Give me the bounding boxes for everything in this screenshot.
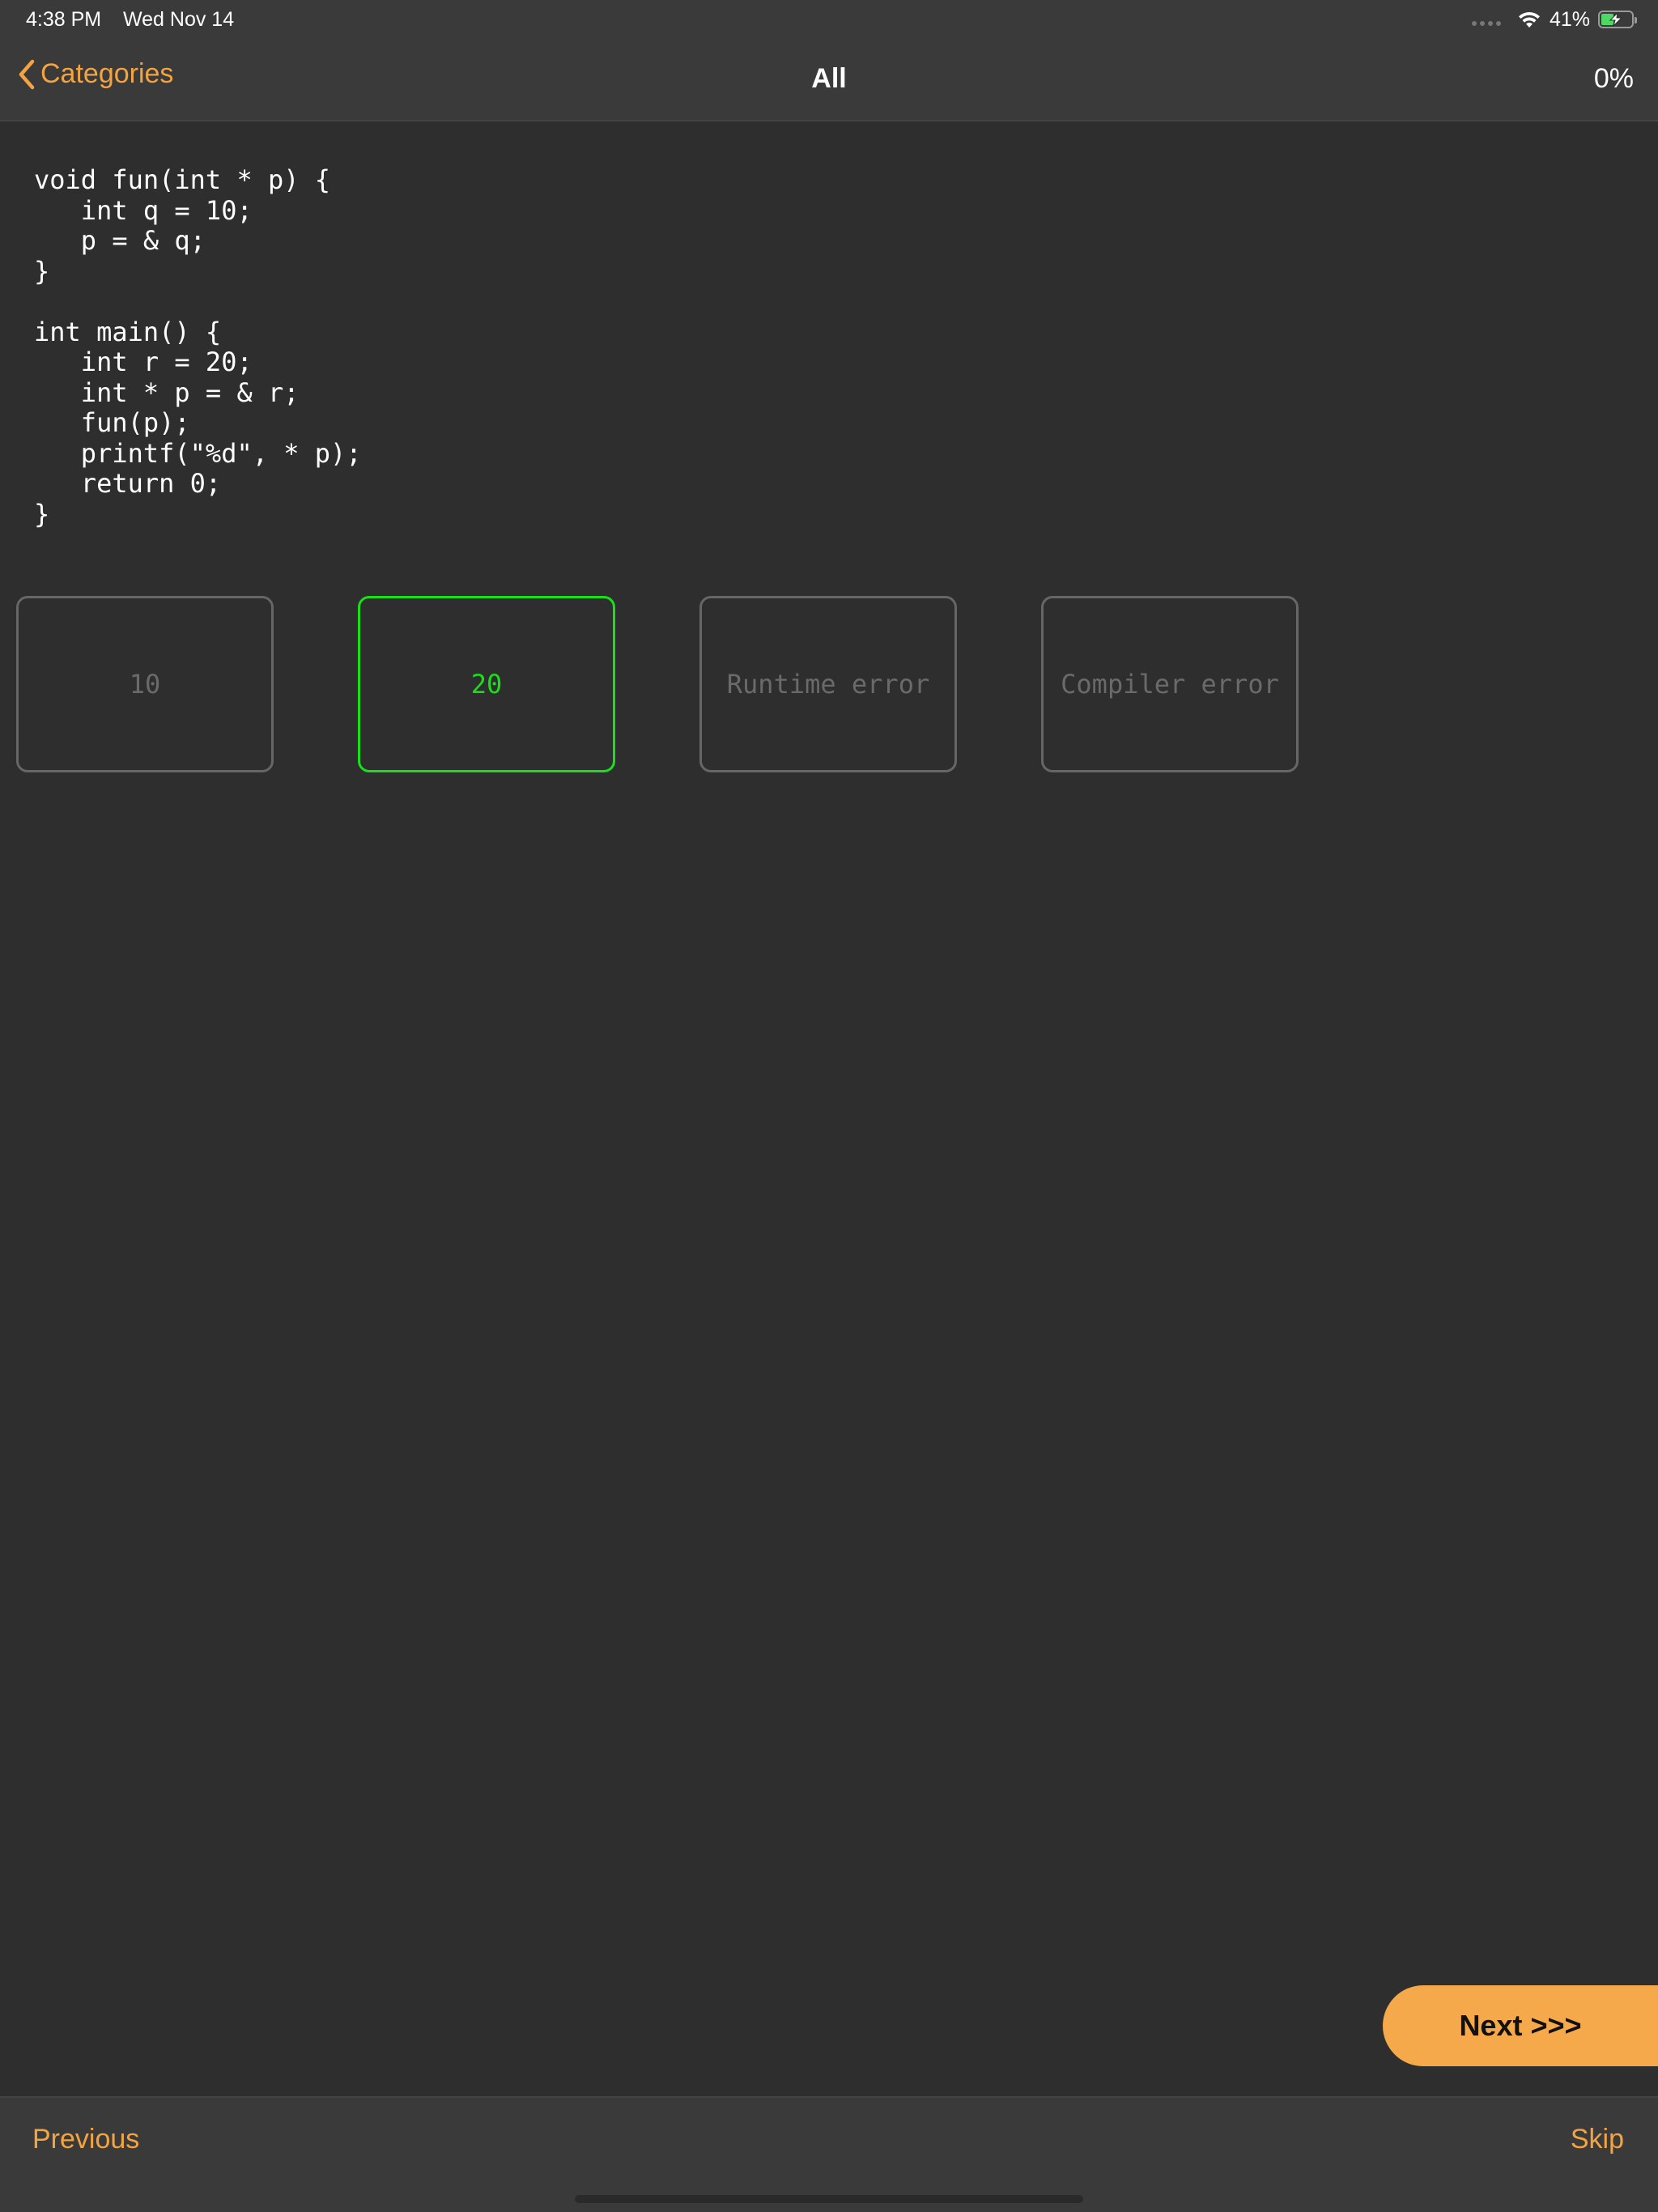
answer-option[interactable]: 10 <box>16 596 274 772</box>
battery-percent: 41% <box>1549 7 1590 31</box>
navigation-bar: Categories All 0% <box>0 39 1658 120</box>
status-indicators: 41% <box>1471 6 1637 32</box>
charging-bolt-icon <box>1609 12 1623 27</box>
answer-option[interactable]: Compiler error <box>1041 596 1299 772</box>
page-title: All <box>811 63 847 94</box>
next-button[interactable]: Next >>> <box>1383 1985 1658 2066</box>
battery-icon <box>1598 11 1637 28</box>
progress-percent: 0% <box>1593 63 1634 94</box>
answer-options: 10 20 Runtime error Compiler error <box>16 596 1312 774</box>
bottom-toolbar: Previous Skip <box>0 2096 1658 2212</box>
home-indicator[interactable] <box>575 2195 1083 2203</box>
status-time: 4:38 PM <box>26 8 102 31</box>
quiz-screen: 4:38 PM Wed Nov 14 41% Categories All 0%… <box>0 0 1658 2212</box>
question-code: void fun(int * p) { int q = 10; p = & q;… <box>34 164 362 530</box>
wifi-icon <box>1518 11 1540 28</box>
answer-option[interactable]: Runtime error <box>699 596 957 772</box>
previous-button[interactable]: Previous <box>32 2124 139 2155</box>
skip-button[interactable]: Skip <box>1571 2124 1624 2155</box>
answer-option[interactable]: 20 <box>358 596 615 772</box>
signal-dots-icon <box>1471 21 1501 26</box>
status-bar: 4:38 PM Wed Nov 14 41% <box>0 0 1658 39</box>
status-date: Wed Nov 14 <box>123 8 235 31</box>
